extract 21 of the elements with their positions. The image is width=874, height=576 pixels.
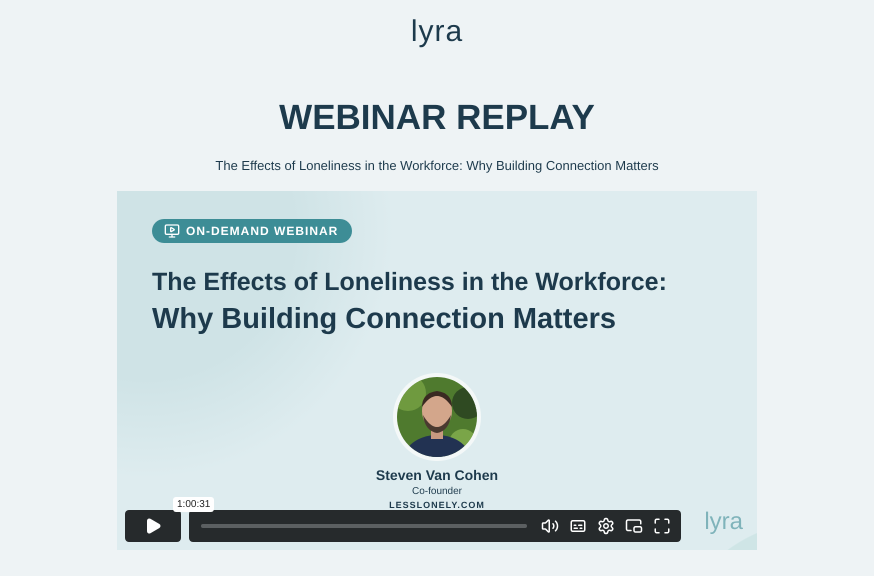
page-subtitle: The Effects of Loneliness in the Workforce: Why Building Connection Matters [215,158,659,173]
speaker-name: Steven Van Cohen [376,467,498,483]
video-icon [164,223,180,239]
volume-button[interactable] [541,517,559,535]
progress-track[interactable] [201,524,527,528]
fullscreen-button[interactable] [653,517,671,535]
logo: lyra [410,14,464,50]
speaker-role: Co-founder [412,486,462,497]
settings-button[interactable] [597,517,615,535]
play-icon [144,517,162,535]
speaker-website: LESSLONELY.COM [389,500,485,510]
webinar-badge: ON-DEMAND WEBINAR [152,219,352,243]
picture-in-picture-button[interactable] [625,517,643,535]
play-button[interactable] [125,510,181,542]
captions-button[interactable] [569,517,587,535]
video-title: The Effects of Loneliness in the Workforce: [152,267,667,298]
page-heading: WEBINAR REPLAY [279,97,595,139]
logo-watermark: lyra [704,508,743,536]
video-player[interactable]: ON-DEMAND WEBINAR The Effects of Loneliness in the Workforce: Why Building Connection Matters Steven Van Cohen Co-founder LESSLONELY.COM lyra 1:00:31 [117,191,757,550]
video-title: Why Building Connection Matters [152,302,617,337]
time-tooltip: 1:00:31 [173,497,214,512]
